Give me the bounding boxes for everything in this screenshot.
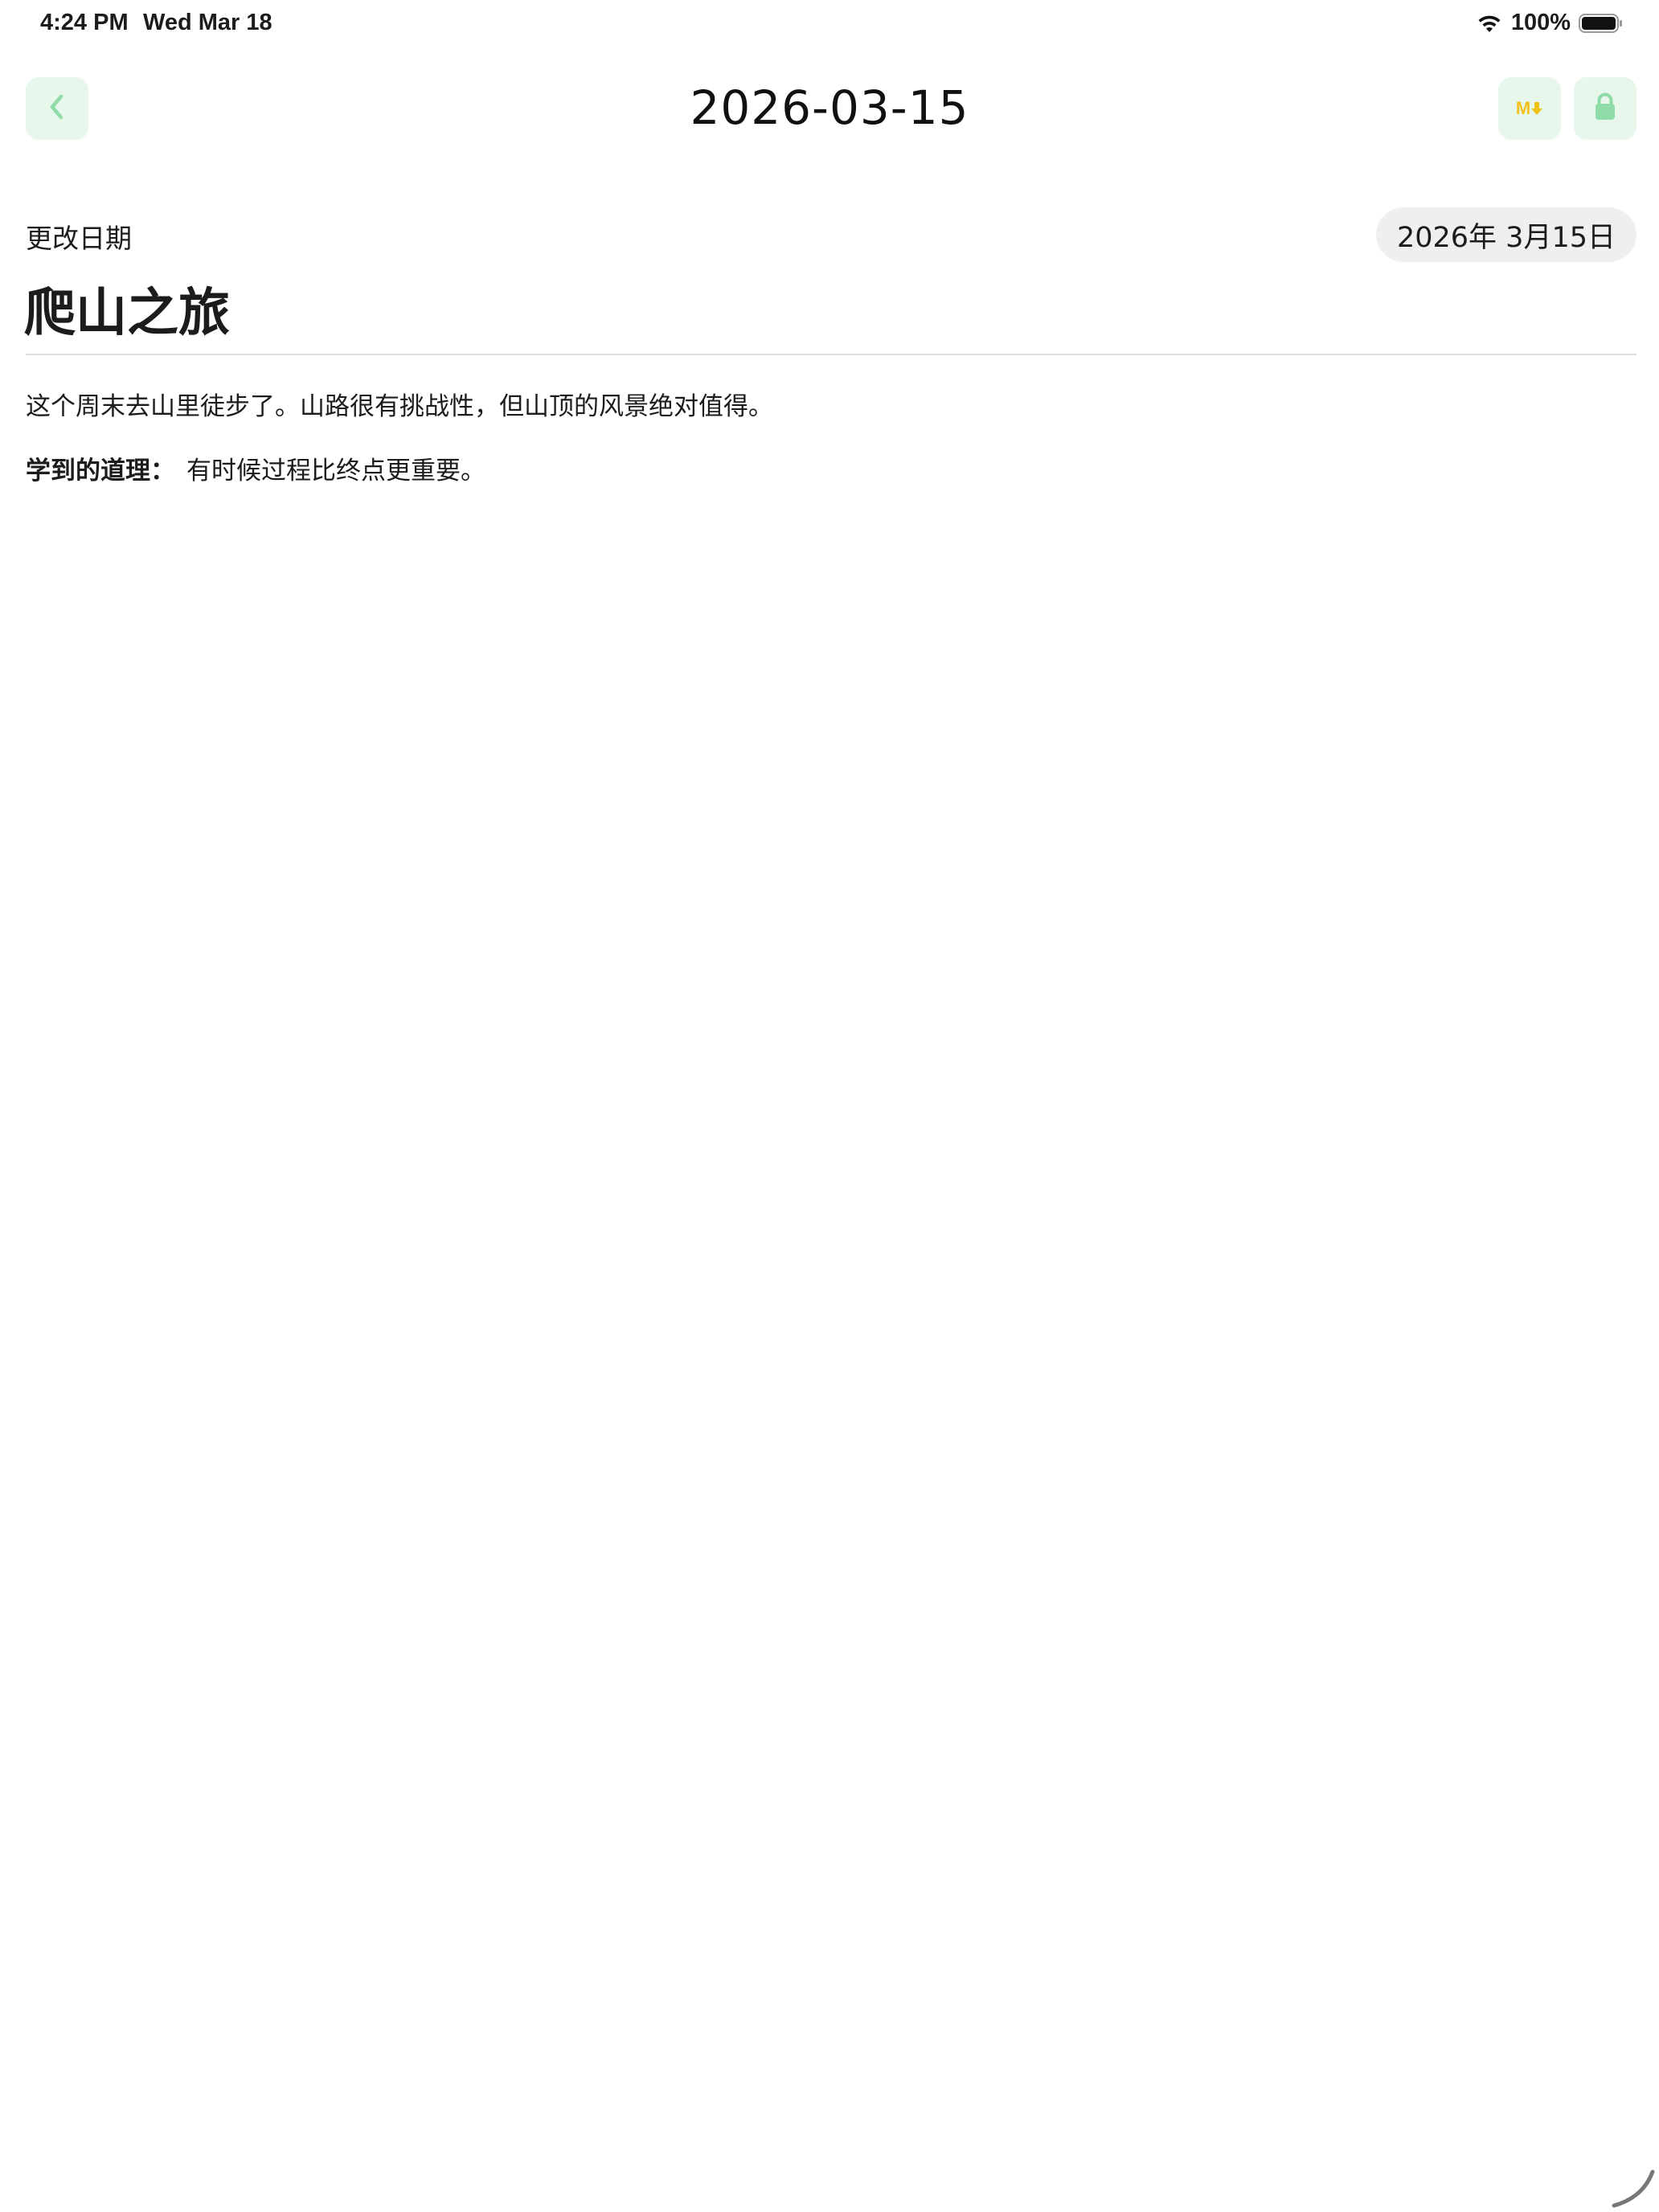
markdown-button[interactable]: M [1498, 77, 1561, 140]
battery-percent: 100% [1510, 10, 1571, 35]
journal-entry-screen: 4:24 PM Wed Mar 18 100% 2026-03-15 M 更改日… [0, 0, 1659, 2212]
date-picker[interactable]: 2026年 3月15日 [1375, 207, 1636, 262]
markdown-icon: M [1516, 98, 1543, 119]
change-date-label: 更改日期 [26, 223, 132, 254]
status-date: Wed Mar 18 [143, 10, 272, 35]
divider [26, 354, 1636, 355]
battery-icon [1579, 13, 1624, 34]
wifi-icon [1476, 13, 1503, 34]
status-bar: 4:24 PM Wed Mar 18 100% [0, 0, 1659, 51]
date-picker-value: 2026年 3月15日 [1396, 221, 1616, 254]
lesson-label: 学到的道理： [26, 457, 175, 485]
corner-stroke [1611, 2169, 1659, 2212]
status-indicators: 100% [1476, 10, 1624, 36]
lock-icon [1593, 92, 1617, 125]
lock-button[interactable] [1574, 77, 1636, 140]
nav-bar: 2026-03-15 M [0, 77, 1659, 141]
markdown-label: M [1515, 98, 1530, 118]
status-time: 4:24 PM [40, 10, 129, 35]
entry-title[interactable]: 爬山之旅 [24, 272, 230, 346]
page-title: 2026-03-15 [690, 80, 969, 135]
lesson-text: 有时候过程比终点更重要。 [186, 457, 485, 485]
entry-lesson[interactable]: 学到的道理： 有时候过程比终点更重要。 [26, 450, 485, 486]
entry-paragraph[interactable]: 这个周末去山里徒步了。山路很有挑战性，但山顶的风景绝对值得。 [26, 386, 773, 422]
